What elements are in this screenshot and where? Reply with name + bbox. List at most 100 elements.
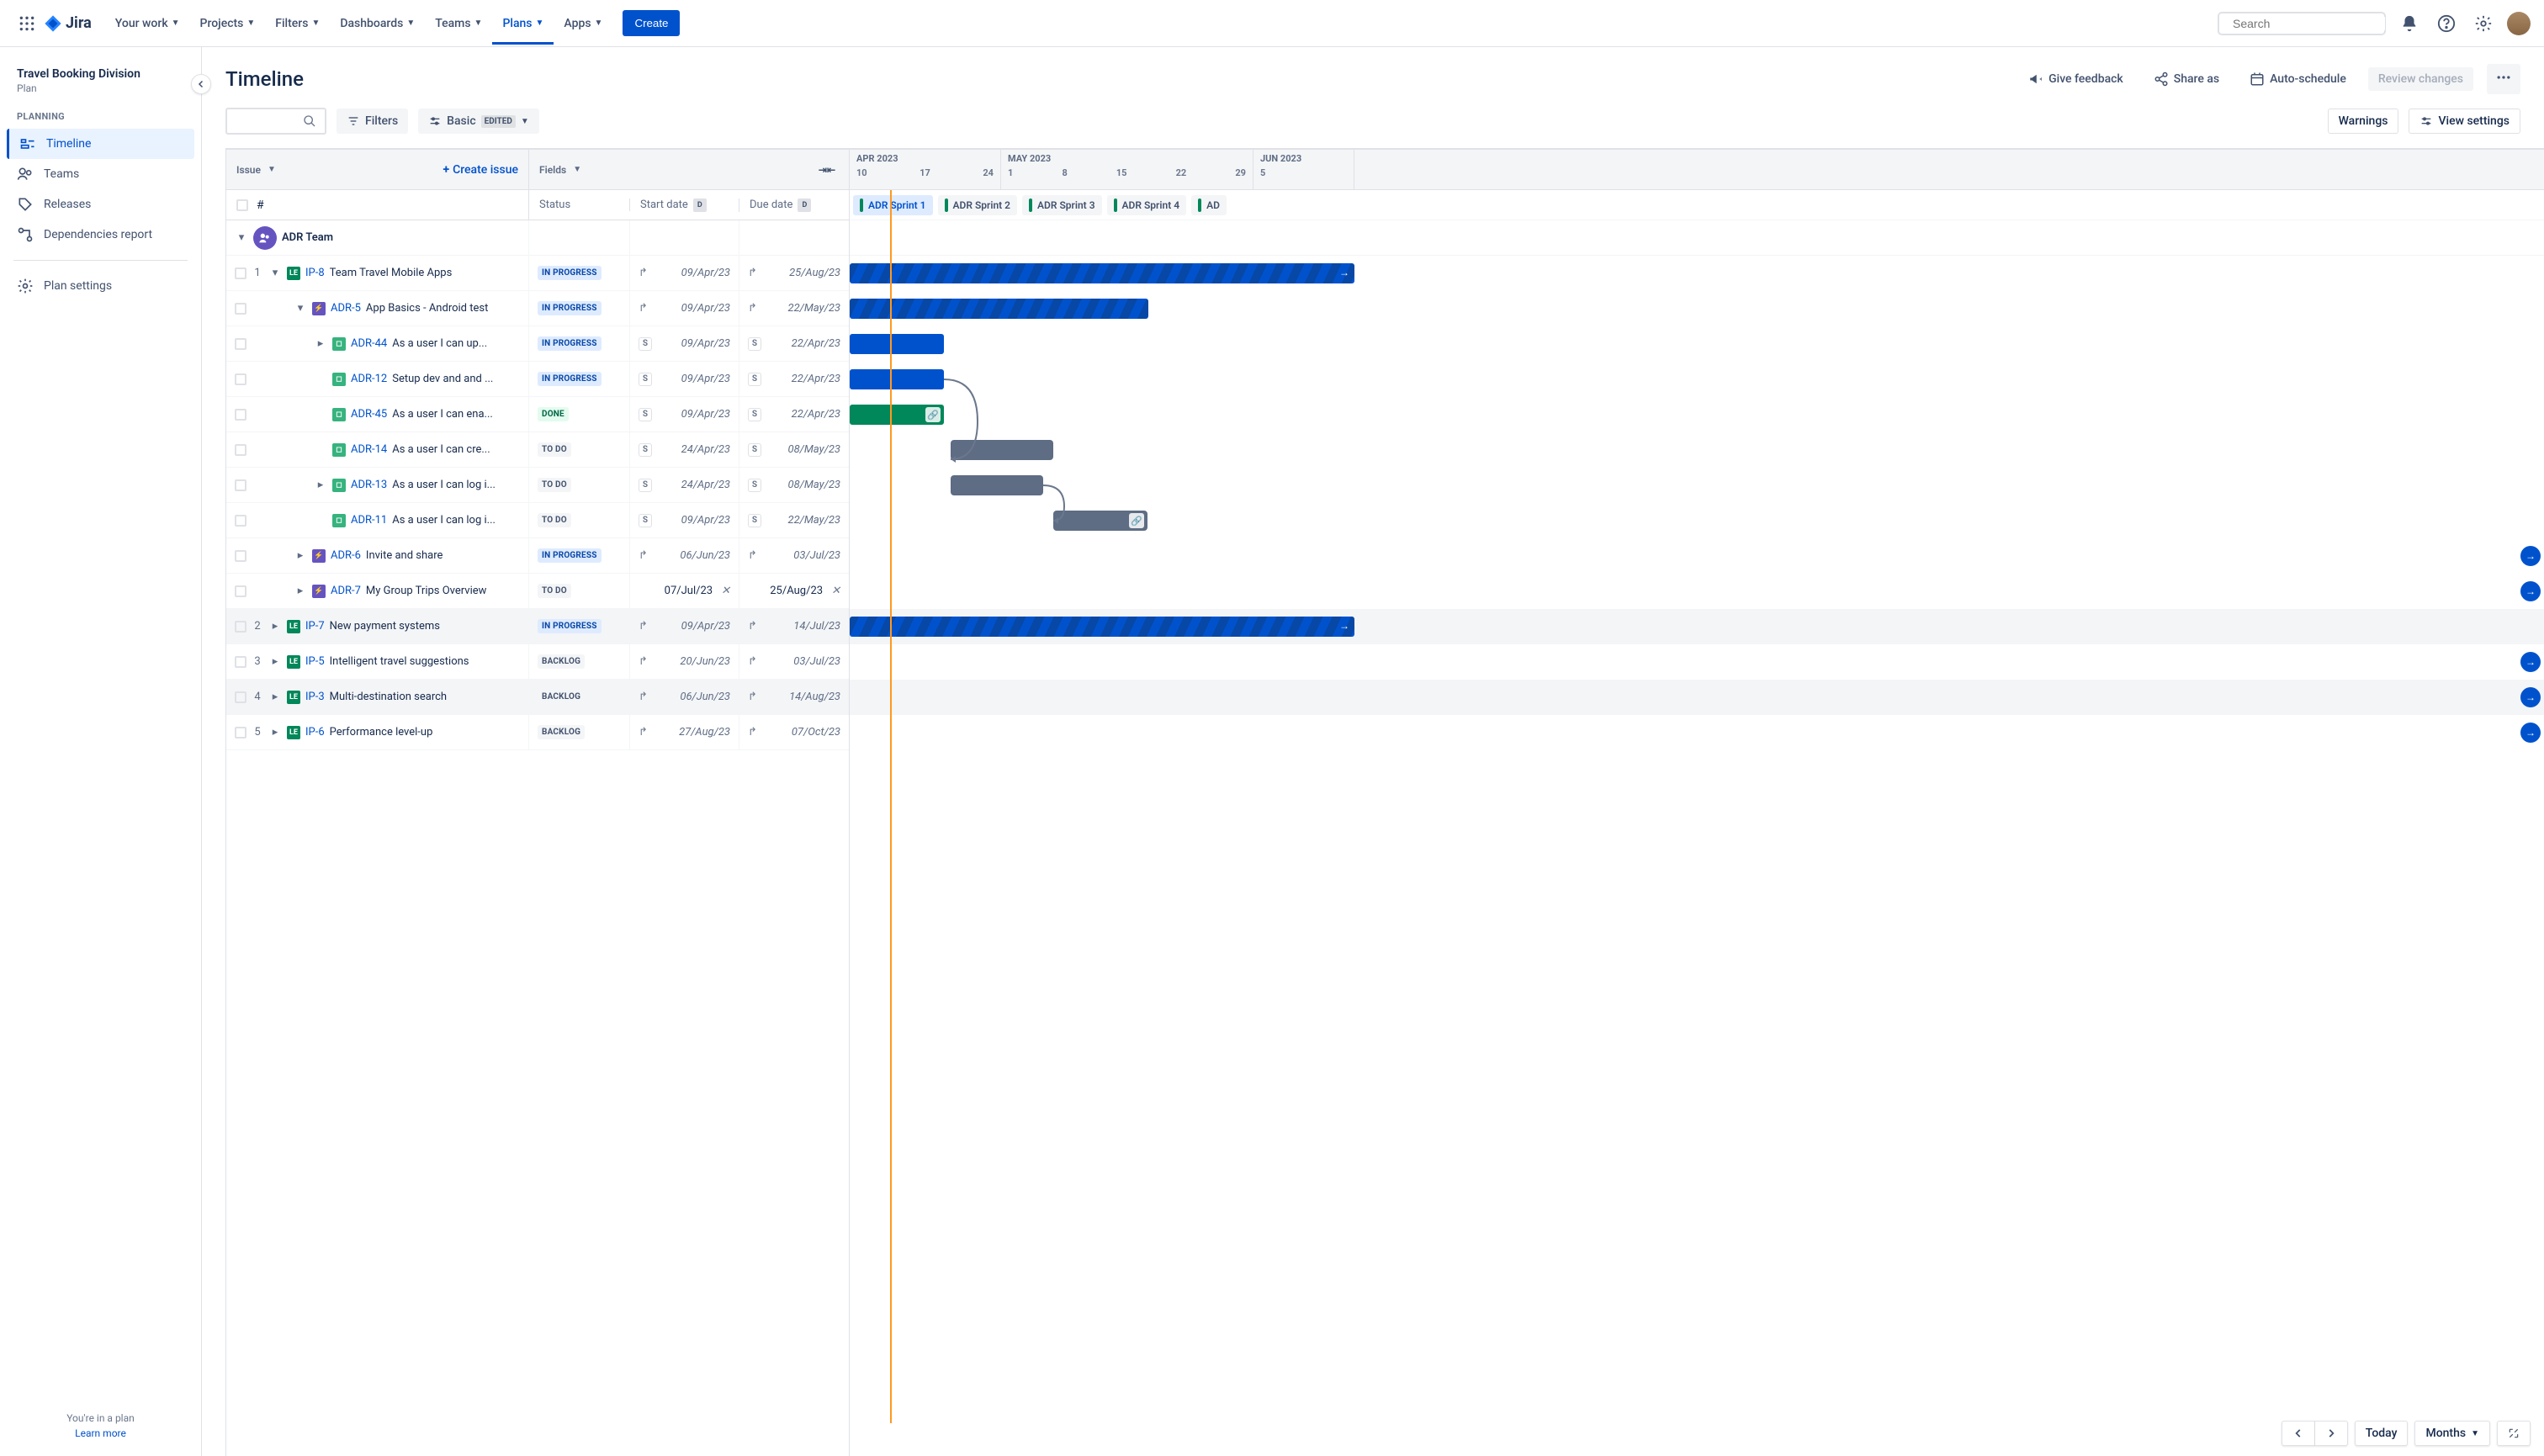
issue-row[interactable]: 1▾LEIP-8Team Travel Mobile AppsIN PROGRE… (226, 256, 849, 291)
issue-row[interactable]: ▾⚡ADR-5App Basics - Android testIN PROGR… (226, 291, 849, 326)
gantt-bar[interactable]: → (850, 263, 1354, 283)
gantt-bar[interactable] (850, 299, 1148, 319)
status-badge[interactable]: IN PROGRESS (538, 548, 602, 563)
start-date-cell[interactable]: ↱09/Apr/23 (630, 609, 739, 643)
issue-key[interactable]: ADR-13 (351, 479, 387, 491)
row-checkbox[interactable] (235, 585, 246, 597)
filters-button[interactable]: Filters (337, 109, 408, 134)
row-checkbox[interactable] (235, 409, 246, 421)
row-checkbox[interactable] (235, 373, 246, 385)
expand-row-icon[interactable]: ▾ (294, 302, 307, 315)
offscreen-indicator-icon[interactable]: → (2520, 546, 2541, 566)
scale-selector[interactable]: Months▼ (2414, 1421, 2490, 1446)
nav-item-teams[interactable]: Teams▼ (425, 3, 492, 45)
user-avatar[interactable] (2507, 12, 2531, 35)
collapse-columns-icon[interactable]: ⇥⇤ (819, 164, 835, 176)
clear-date-icon[interactable]: ✕ (721, 585, 730, 597)
status-badge[interactable]: IN PROGRESS (538, 619, 602, 633)
issue-key[interactable]: ADR-14 (351, 443, 387, 456)
expand-row-icon[interactable]: ▸ (294, 549, 307, 562)
select-all-checkbox[interactable] (236, 199, 248, 211)
sprint-badge[interactable]: ADR Sprint 1 (853, 195, 933, 215)
offscreen-indicator-icon[interactable]: → (2520, 652, 2541, 672)
issue-row[interactable]: 4▸LEIP-3Multi-destination searchBACKLOG↱… (226, 680, 849, 715)
learn-more-link[interactable]: Learn more (0, 1427, 201, 1439)
due-date-cell[interactable]: S22/Apr/23 (739, 326, 849, 361)
expand-row-icon[interactable]: ▾ (268, 267, 282, 279)
row-checkbox[interactable] (235, 550, 246, 562)
due-date-cell[interactable]: S22/Apr/23 (739, 362, 849, 396)
status-badge[interactable]: IN PROGRESS (538, 336, 602, 351)
issue-key[interactable]: ADR-6 (331, 549, 361, 562)
sprint-badge[interactable]: ADR Sprint 2 (938, 195, 1018, 215)
search-box[interactable] (2218, 12, 2386, 35)
start-date-cell[interactable]: 07/Jul/23✕ (630, 574, 739, 608)
offscreen-indicator-icon[interactable]: → (2520, 723, 2541, 743)
expand-team-icon[interactable]: ▾ (235, 231, 248, 244)
nav-item-filters[interactable]: Filters▼ (265, 3, 330, 45)
scroll-to-end-icon[interactable]: → (1339, 267, 1349, 278)
status-badge[interactable]: IN PROGRESS (538, 301, 602, 315)
nav-item-projects[interactable]: Projects▼ (190, 3, 266, 45)
due-date-cell[interactable]: ↱25/Aug/23 (739, 256, 849, 290)
expand-row-icon[interactable]: ▸ (268, 655, 282, 668)
nav-item-plans[interactable]: Plans▼ (492, 3, 554, 45)
issue-key[interactable]: ADR-7 (331, 585, 361, 597)
status-badge[interactable]: TO DO (538, 478, 571, 492)
due-date-cell[interactable]: ↱22/May/23 (739, 291, 849, 326)
issue-key[interactable]: ADR-44 (351, 337, 387, 350)
column-header-fields[interactable]: Fields ▼ ⇥⇤ (529, 150, 849, 189)
issue-key[interactable]: IP-7 (305, 620, 325, 633)
fullscreen-button[interactable] (2497, 1421, 2531, 1446)
due-date-cell[interactable]: ↱14/Aug/23 (739, 680, 849, 714)
jira-logo[interactable]: Jira (44, 14, 92, 33)
row-checkbox[interactable] (235, 338, 246, 350)
status-badge[interactable]: BACKLOG (538, 725, 585, 739)
scroll-right-button[interactable] (2315, 1421, 2348, 1446)
scroll-left-button[interactable] (2282, 1421, 2315, 1446)
issue-row[interactable]: ▸⚡ADR-6Invite and shareIN PROGRESS↱06/Ju… (226, 538, 849, 574)
issue-row[interactable]: ▸⚡ADR-7My Group Trips OverviewTO DO07/Ju… (226, 574, 849, 609)
search-input[interactable] (2233, 17, 2385, 30)
status-badge[interactable]: BACKLOG (538, 690, 585, 704)
collapse-sidebar-button[interactable] (191, 74, 211, 94)
app-switcher-icon[interactable] (13, 10, 40, 37)
issue-key[interactable]: IP-8 (305, 267, 325, 279)
share-as-button[interactable]: Share as (2145, 66, 2228, 92)
nav-item-apps[interactable]: Apps▼ (554, 3, 612, 45)
issue-row[interactable]: 2▸LEIP-7New payment systemsIN PROGRESS↱0… (226, 609, 849, 644)
status-badge[interactable]: IN PROGRESS (538, 372, 602, 386)
status-badge[interactable]: TO DO (538, 513, 571, 527)
gantt-bar[interactable]: 🔗 (1053, 511, 1147, 531)
start-date-cell[interactable]: S09/Apr/23 (630, 397, 739, 432)
start-date-cell[interactable]: ↱09/Apr/23 (630, 256, 739, 290)
issue-key[interactable]: IP-5 (305, 655, 325, 668)
give-feedback-button[interactable]: Give feedback (2020, 66, 2132, 92)
row-checkbox[interactable] (235, 479, 246, 491)
more-actions-button[interactable] (2487, 64, 2520, 94)
row-checkbox[interactable] (235, 515, 246, 527)
sidebar-item-teams[interactable]: Teams (7, 159, 194, 189)
due-date-cell[interactable]: S08/May/23 (739, 432, 849, 467)
issue-row[interactable]: ◻ADR-12Setup dev and and ...IN PROGRESSS… (226, 362, 849, 397)
sidebar-item-releases[interactable]: Releases (7, 189, 194, 220)
settings-icon[interactable] (2470, 10, 2497, 37)
gantt-bar[interactable] (951, 440, 1053, 460)
start-date-cell[interactable]: S09/Apr/23 (630, 503, 739, 537)
dependency-link-icon[interactable]: 🔗 (925, 407, 941, 422)
expand-row-icon[interactable]: ▸ (314, 479, 327, 491)
start-date-cell[interactable]: ↱06/Jun/23 (630, 680, 739, 714)
warnings-button[interactable]: Warnings (2328, 109, 2399, 134)
start-date-cell[interactable]: S24/Apr/23 (630, 432, 739, 467)
issue-row[interactable]: ◻ADR-14As a user I can cre...TO DOS24/Ap… (226, 432, 849, 468)
row-checkbox[interactable] (235, 444, 246, 456)
help-icon[interactable] (2433, 10, 2460, 37)
auto-schedule-button[interactable]: Auto-schedule (2241, 66, 2355, 92)
gantt-bar[interactable] (850, 369, 944, 389)
due-date-cell[interactable]: S22/May/23 (739, 503, 849, 537)
due-date-cell[interactable]: S22/Apr/23 (739, 397, 849, 432)
due-date-cell[interactable]: ↱03/Jul/23 (739, 538, 849, 573)
issue-key[interactable]: IP-6 (305, 726, 325, 739)
expand-row-icon[interactable]: ▸ (314, 337, 327, 350)
today-button[interactable]: Today (2355, 1421, 2409, 1446)
